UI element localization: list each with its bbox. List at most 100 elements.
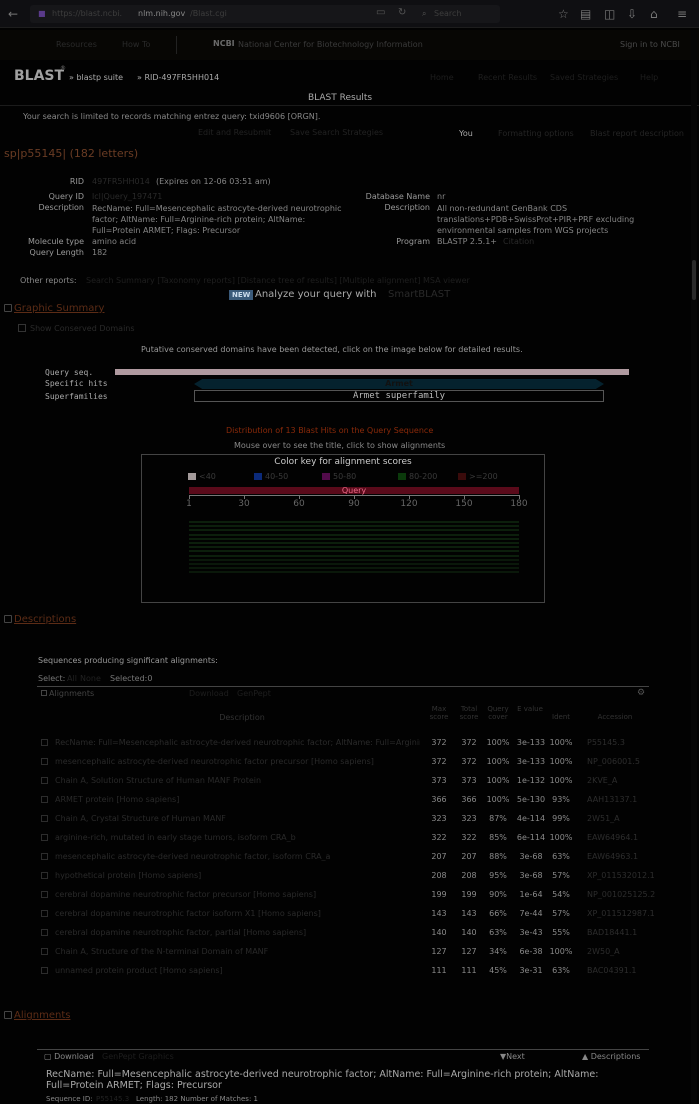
download-icon[interactable]: ⇩ (627, 7, 637, 21)
select-all-link[interactable]: All (67, 674, 77, 683)
row-accession-link[interactable]: XP_011512987.1 (587, 909, 655, 918)
pocket-icon[interactable]: ◫ (604, 7, 615, 21)
table-row[interactable]: unnamed protein product [Homo sapiens] 11… (37, 963, 649, 982)
hit-line[interactable] (189, 554, 519, 557)
table-row[interactable]: ARMET protein [Homo sapiens] 366 366 100% 5e… (37, 792, 649, 811)
alignments-toggle[interactable]: Alignments (41, 689, 94, 698)
row-checkbox[interactable] (41, 853, 48, 860)
row-checkbox[interactable] (41, 796, 48, 803)
star-icon[interactable]: ☆ (558, 7, 569, 21)
row-accession-link[interactable]: 2W50_A (587, 947, 620, 956)
nav-home[interactable]: Home (430, 73, 454, 82)
signin-link[interactable]: Sign in to NCBI (620, 40, 680, 49)
table-row[interactable]: arginine-rich, mutated in early stage tu… (37, 830, 649, 849)
menu-icon[interactable]: ≡ (677, 7, 687, 21)
back-icon[interactable]: ← (8, 7, 18, 21)
row-description-link[interactable]: cerebral dopamine neurotrophic factor pr… (55, 890, 420, 899)
collapse-icon[interactable] (4, 304, 12, 312)
row-description-link[interactable]: mesencephalic astrocyte-derived neurotro… (55, 852, 420, 861)
howto-link[interactable]: How To (122, 40, 150, 49)
row-description-link[interactable]: Chain A, Solution Structure of Human MAN… (55, 776, 420, 785)
descriptions-heading[interactable]: Descriptions (4, 614, 76, 625)
table-row[interactable]: hypothetical protein [Homo sapiens] 208 20… (37, 868, 655, 887)
hit-line[interactable] (189, 525, 519, 528)
table-row[interactable]: cerebral dopamine neurotrophic factor, p… (37, 925, 649, 944)
nav-saved[interactable]: Saved Strategies (550, 73, 618, 82)
edit-resubmit-link[interactable]: Edit and Resubmit (198, 128, 271, 137)
row-checkbox[interactable] (41, 739, 48, 746)
row-accession-link[interactable]: P55145.3 (587, 738, 625, 747)
row-accession-link[interactable]: NP_001025125.2 (587, 890, 655, 899)
reload-icon[interactable]: ↻ (398, 7, 406, 18)
collapse-icon[interactable] (4, 1011, 12, 1019)
library-icon[interactable]: ▤ (580, 7, 591, 21)
conserved-domains-graphic[interactable]: Query seq. Specific hits Superfamilies A… (44, 367, 644, 407)
row-description-link[interactable]: Chain A, Structure of the N-terminal Dom… (55, 947, 420, 956)
align-graphics-link[interactable]: GenPept Graphics (102, 1052, 174, 1061)
home-icon[interactable]: ⌂ (650, 7, 658, 21)
row-description-link[interactable]: cerebral dopamine neurotrophic factor, p… (55, 928, 420, 937)
row-description-link[interactable]: mesencephalic astrocyte-derived neurotro… (55, 757, 420, 766)
row-description-link[interactable]: hypothetical protein [Homo sapiens] (55, 871, 420, 880)
hit-line[interactable] (189, 563, 519, 565)
table-row[interactable]: cerebral dopamine neurotrophic factor is… (37, 906, 655, 925)
show-cdd-toggle[interactable]: Show Conserved Domains (18, 324, 135, 333)
row-checkbox[interactable] (41, 910, 48, 917)
hits-distribution-panel[interactable]: Color key for alignment scores <40 40-50 5… (141, 454, 545, 603)
col-max-score[interactable]: Max score (425, 705, 453, 721)
table-download-link[interactable]: Download (189, 689, 229, 698)
hit-line[interactable] (189, 542, 519, 544)
row-checkbox[interactable] (41, 891, 48, 898)
row-description-link[interactable]: RecName: Full=Mesencephalic astrocyte-de… (55, 738, 420, 747)
table-row[interactable]: Chain A, Structure of the N-terminal Dom… (37, 944, 649, 963)
ncbi-logo[interactable]: NCBI (213, 39, 235, 48)
table-row[interactable]: Chain A, Solution Structure of Human MAN… (37, 773, 649, 792)
hit-line[interactable] (189, 537, 519, 540)
formatting-link[interactable]: Formatting options (498, 129, 574, 138)
hit-line[interactable] (189, 521, 519, 523)
row-checkbox[interactable] (41, 929, 48, 936)
breadcrumb-suite[interactable]: » blastp suite (69, 73, 123, 82)
table-genpept-link[interactable]: GenPept (237, 689, 271, 698)
row-accession-link[interactable]: 2KVE_A (587, 776, 617, 785)
col-evalue[interactable]: E value (514, 705, 546, 713)
row-description-link[interactable]: unnamed protein product [Homo sapiens] (55, 966, 420, 975)
resources-link[interactable]: Resources (56, 40, 97, 49)
row-checkbox[interactable] (41, 815, 48, 822)
rid-value[interactable]: 497FR5HH014 (92, 177, 150, 186)
citation-link[interactable]: Citation (503, 237, 534, 246)
row-accession-link[interactable]: EAW64963.1 (587, 852, 638, 861)
row-accession-link[interactable]: 2W51_A (587, 814, 620, 823)
hit-line[interactable] (189, 550, 519, 553)
seq-id-value[interactable]: P55145.3 (96, 1095, 129, 1103)
row-description-link[interactable]: ARMET protein [Homo sapiens] (55, 795, 420, 804)
reader-icon[interactable]: ▭ (376, 7, 385, 18)
row-accession-link[interactable]: XP_011532012.1 (587, 871, 655, 880)
align-download-link[interactable]: ▢ Download (44, 1052, 94, 1061)
col-total-score[interactable]: Total score (455, 705, 483, 721)
search-input[interactable]: Search (434, 9, 461, 18)
collapse-icon[interactable] (4, 615, 12, 623)
table-row[interactable]: Chain A, Crystal Structure of Human MANF… (37, 811, 649, 830)
blast-logo[interactable]: BLAST (14, 68, 64, 84)
nav-help[interactable]: Help (640, 73, 658, 82)
col-query-cover[interactable]: Query cover (484, 705, 512, 721)
table-row[interactable]: mesencephalic astrocyte-derived neurotro… (37, 754, 649, 773)
scrollbar-thumb[interactable] (692, 260, 696, 300)
col-description[interactable]: Description (177, 713, 307, 722)
row-checkbox[interactable] (41, 777, 48, 784)
hit-line[interactable] (189, 533, 519, 536)
url-bar[interactable]: ■ https://blast.ncbi. nlm.nih.gov /Blast… (30, 5, 500, 23)
col-accession[interactable]: Accession (585, 713, 645, 721)
row-description-link[interactable]: cerebral dopamine neurotrophic factor is… (55, 909, 420, 918)
hit-line[interactable] (189, 558, 519, 561)
hit-line[interactable] (189, 567, 519, 570)
table-row[interactable]: RecName: Full=Mesencephalic astrocyte-de… (37, 735, 649, 754)
hit-line[interactable] (189, 571, 519, 574)
alignments-heading[interactable]: Alignments (4, 1010, 70, 1021)
row-description-link[interactable]: arginine-rich, mutated in early stage tu… (55, 833, 420, 842)
smartblast-link[interactable]: SmartBLAST (388, 289, 450, 300)
save-strategy-link[interactable]: Save Search Strategies (290, 128, 383, 137)
table-row[interactable]: cerebral dopamine neurotrophic factor pr… (37, 887, 655, 906)
descriptions-link[interactable]: ▲ Descriptions (582, 1052, 640, 1061)
